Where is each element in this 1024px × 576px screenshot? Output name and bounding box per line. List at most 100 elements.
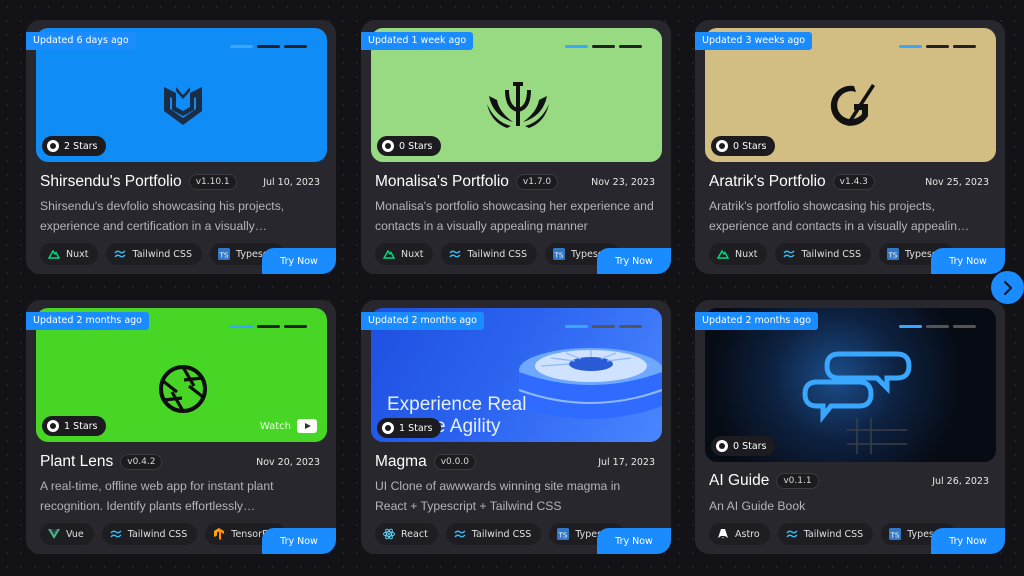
github-stars-badge[interactable]: 1 Stars	[42, 416, 106, 436]
project-date: Jul 26, 2023	[932, 475, 989, 487]
typescript-icon: TS	[887, 248, 899, 260]
github-stars-badge[interactable]: 0 Stars	[711, 436, 775, 456]
tag-tailwind: Tailwind CSS	[777, 523, 874, 545]
github-icon	[382, 140, 394, 152]
project-card[interactable]: Updated 2 months ago 1 Stars Watch Plant…	[26, 300, 336, 554]
tag-nuxt: Nuxt	[375, 243, 434, 265]
version-badge: v0.4.2	[120, 454, 163, 470]
try-now-button[interactable]: Try Now	[262, 248, 336, 274]
tag-nuxt: Nuxt	[40, 243, 99, 265]
version-badge: v0.0.0	[433, 454, 476, 470]
typescript-icon: TS	[553, 248, 565, 260]
project-date: Jul 10, 2023	[263, 176, 320, 188]
version-badge: v1.4.3	[832, 174, 875, 190]
svg-text:TS: TS	[888, 252, 898, 260]
carousel-indicator[interactable]	[565, 45, 642, 48]
tailwind-icon	[454, 530, 466, 538]
project-date: Nov 20, 2023	[256, 456, 320, 468]
tech-tags: Astro Tailwind CSS TS Typescri	[709, 523, 956, 545]
logo-shirsendu-icon	[164, 87, 202, 125]
tailwind-icon	[110, 530, 122, 538]
try-now-button[interactable]: Try Now	[597, 248, 671, 274]
watch-video-button[interactable]: Watch	[260, 419, 317, 433]
project-title: AI Guide	[709, 472, 770, 489]
svg-text:TS: TS	[890, 532, 900, 540]
typescript-icon: TS	[218, 248, 230, 260]
project-date: Nov 23, 2023	[591, 176, 655, 188]
tensorflow-icon	[214, 528, 225, 540]
carousel-indicator[interactable]	[565, 325, 642, 328]
updated-badge: Updated 2 months ago	[26, 312, 149, 330]
svg-text:TS: TS	[219, 252, 229, 260]
react-icon	[383, 528, 395, 540]
tech-tags: Nuxt Tailwind CSS TS Typescri	[40, 243, 285, 265]
try-now-button[interactable]: Try Now	[597, 528, 671, 554]
tailwind-icon	[786, 530, 798, 538]
svg-text:TS: TS	[554, 252, 564, 260]
project-card[interactable]: Updated 2 months ago 0 Stars AI Guide v0…	[695, 300, 1005, 554]
updated-badge: Updated 2 months ago	[361, 312, 484, 330]
github-stars-badge[interactable]: 0 Stars	[377, 136, 441, 156]
carousel-indicator[interactable]	[899, 45, 976, 48]
try-now-button[interactable]: Try Now	[931, 528, 1005, 554]
carousel-indicator[interactable]	[899, 325, 976, 328]
stars-count: 0 Stars	[733, 140, 767, 152]
logo-aratrik-icon	[830, 84, 875, 126]
tailwind-icon	[114, 250, 126, 258]
try-now-button[interactable]: Try Now	[262, 528, 336, 554]
version-badge: v0.1.1	[776, 473, 819, 489]
vue-icon	[48, 529, 60, 539]
github-icon	[716, 140, 728, 152]
logo-aperture-icon	[159, 365, 207, 413]
svg-text:TS: TS	[558, 532, 568, 540]
tailwind-icon	[449, 250, 461, 258]
updated-badge: Updated 1 week ago	[361, 32, 474, 50]
stars-count: 0 Stars	[399, 140, 433, 152]
astro-icon	[718, 529, 728, 539]
tag-tailwind: Tailwind CSS	[441, 243, 537, 265]
project-title: Aratrik's Portfolio	[709, 173, 826, 190]
carousel-indicator[interactable]	[230, 45, 307, 48]
tag-nuxt: Nuxt	[709, 243, 768, 265]
github-stars-badge[interactable]: 1 Stars	[377, 418, 441, 438]
project-card[interactable]: Updated 2 months ago Experience Real e A…	[361, 300, 671, 554]
tailwind-icon	[783, 250, 795, 258]
carousel-next-button[interactable]	[991, 271, 1024, 304]
typescript-icon: TS	[557, 528, 570, 540]
tag-astro: Astro	[709, 523, 770, 545]
project-description: Monalisa's portfolio showcasing her expe…	[375, 199, 654, 233]
tag-tailwind: Tailwind CSS	[106, 243, 202, 265]
project-date: Nov 25, 2023	[925, 176, 989, 188]
typescript-icon: TS	[889, 528, 902, 540]
version-badge: v1.10.1	[188, 174, 237, 190]
project-card[interactable]: Updated 3 weeks ago 0 Stars Aratrik's Po…	[695, 20, 1005, 274]
github-icon	[47, 420, 59, 432]
github-icon	[47, 140, 59, 152]
project-description: UI Clone of awwwards winning site magma …	[375, 479, 621, 513]
project-date: Jul 17, 2023	[598, 456, 655, 468]
project-description: Aratrik's portfolio showcasing his proje…	[709, 199, 970, 233]
project-description: An AI Guide Book	[709, 499, 806, 513]
nuxt-icon	[383, 249, 395, 259]
github-icon	[716, 440, 728, 452]
tag-react: React	[375, 523, 438, 545]
chevron-right-icon	[1003, 280, 1012, 295]
project-card[interactable]: Updated 6 days ago 2 Stars Shirsendu's P…	[26, 20, 336, 274]
project-description: A real-time, offline web app for instant…	[40, 479, 274, 513]
tag-tailwind: Tailwind CSS	[445, 523, 542, 545]
stars-count: 1 Stars	[64, 420, 98, 432]
stars-count: 0 Stars	[733, 440, 767, 452]
project-card[interactable]: Updated 1 week ago 0 Stars Monalisa's Po…	[361, 20, 671, 274]
tech-tags: Nuxt Tailwind CSS TS Typescri	[375, 243, 620, 265]
tech-tags: Vue Tailwind CSS TensorFlo	[40, 523, 286, 545]
carousel-indicator[interactable]	[230, 325, 307, 328]
github-stars-badge[interactable]: 2 Stars	[42, 136, 106, 156]
project-thumbnail[interactable]: 0 Stars	[705, 308, 996, 462]
project-title: Magma	[375, 453, 427, 470]
tech-tags: Nuxt Tailwind CSS TS Typescri	[709, 243, 954, 265]
github-stars-badge[interactable]: 0 Stars	[711, 136, 775, 156]
updated-badge: Updated 6 days ago	[26, 32, 136, 50]
youtube-icon	[297, 419, 317, 433]
project-title: Monalisa's Portfolio	[375, 173, 509, 190]
try-now-button[interactable]: Try Now	[931, 248, 1005, 274]
